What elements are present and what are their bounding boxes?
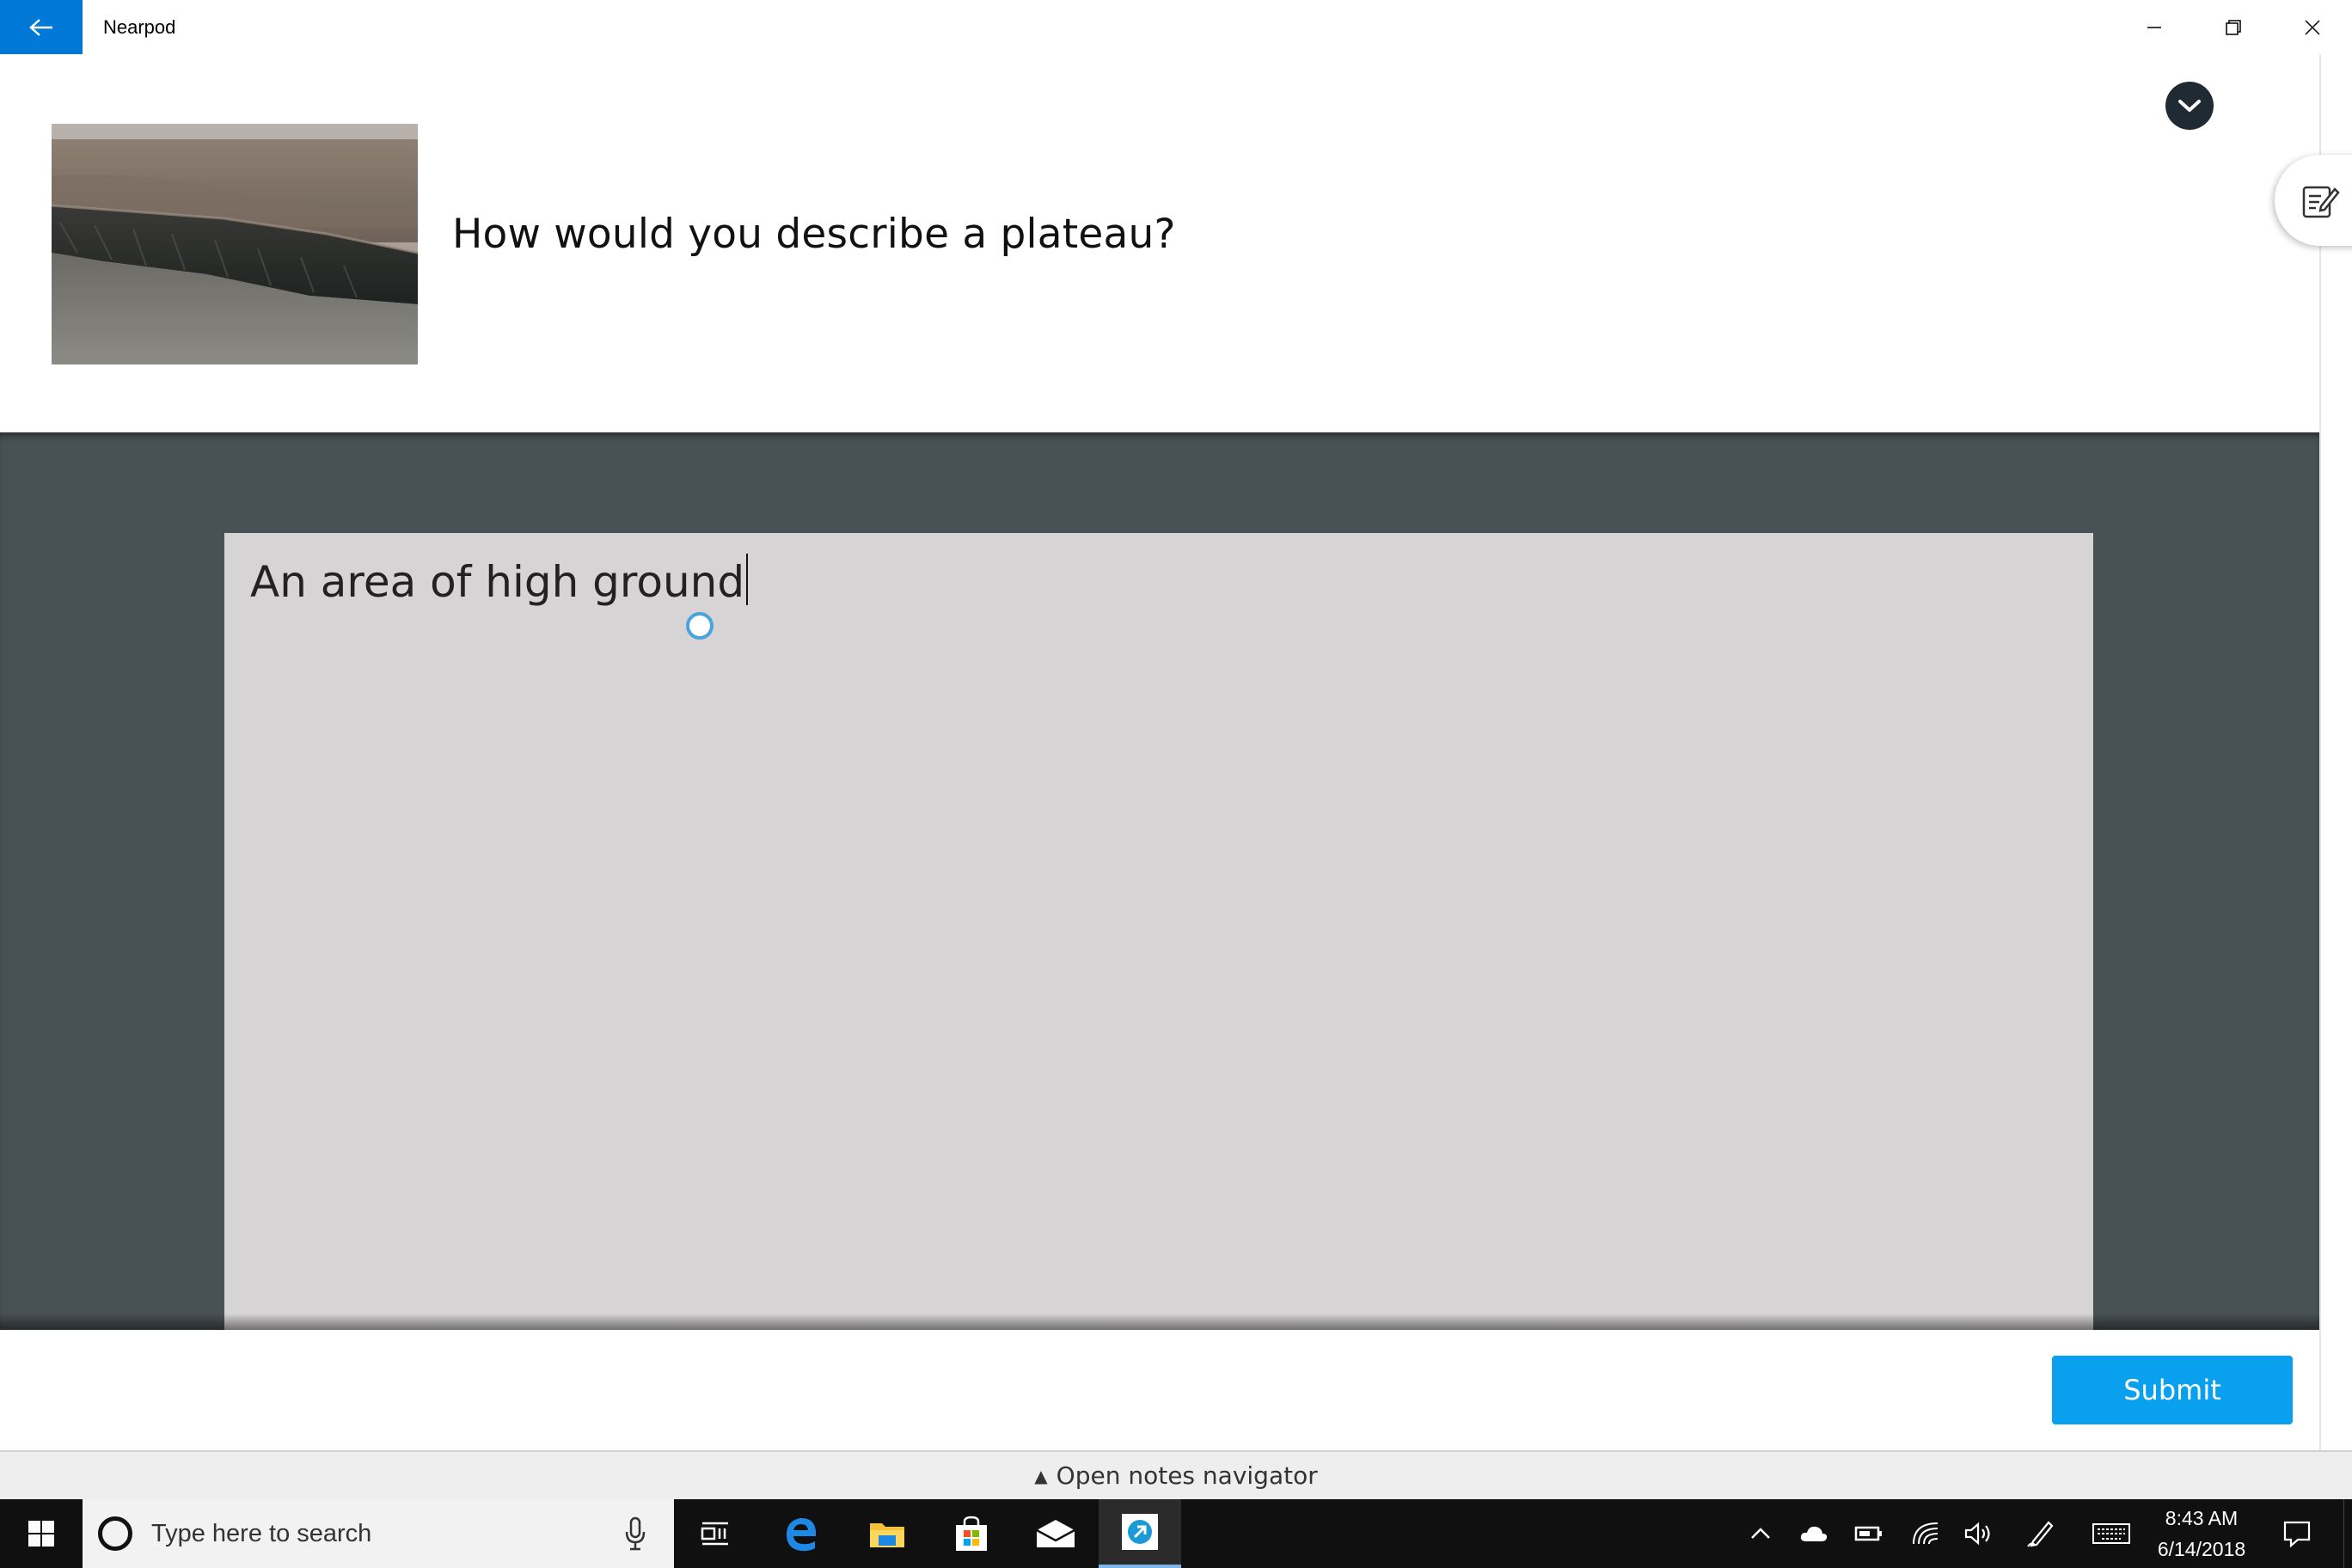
- touch-keyboard-tray-button[interactable]: [2084, 1499, 2139, 1568]
- volume-tray-button[interactable]: [1953, 1499, 2005, 1568]
- show-hidden-icons-button[interactable]: [1735, 1499, 1786, 1568]
- microphone-icon[interactable]: [624, 1516, 646, 1551]
- footer: Submit: [0, 1330, 2319, 1450]
- nearpod-app-button[interactable]: [1099, 1499, 1181, 1568]
- clock-date: 6/14/2018: [2157, 1538, 2246, 1560]
- pen-icon: [2027, 1521, 2054, 1547]
- close-button[interactable]: [2273, 0, 2352, 54]
- minimize-button[interactable]: [2115, 0, 2194, 54]
- question-header: How would you describe a plateau?: [0, 54, 2319, 432]
- text-caret: [746, 554, 749, 605]
- triangle-up-icon: ▲: [1034, 1465, 1048, 1486]
- edge-app-button[interactable]: [760, 1499, 842, 1568]
- store-icon: [956, 1516, 987, 1551]
- edge-icon: [787, 1517, 816, 1552]
- network-tray-button[interactable]: [1900, 1499, 1951, 1568]
- onedrive-tray-button[interactable]: [1788, 1499, 1840, 1568]
- minimize-icon: [2147, 26, 2161, 28]
- search-placeholder: Type here to search: [151, 1520, 372, 1547]
- title-bar: Nearpod: [0, 0, 2352, 54]
- task-view-icon: [701, 1522, 728, 1546]
- battery-icon: [1854, 1526, 1882, 1541]
- cloud-icon: [1800, 1526, 1828, 1541]
- wifi-icon: [1913, 1522, 1939, 1545]
- windows-logo-icon: [28, 1521, 54, 1547]
- selection-handle[interactable]: [686, 612, 714, 640]
- taskbar-clock[interactable]: 8:43 AM 6/14/2018: [2146, 1499, 2257, 1568]
- action-center-button[interactable]: [2269, 1499, 2324, 1568]
- collapse-header-button[interactable]: [2165, 82, 2214, 130]
- show-desktop-button[interactable]: [2343, 1499, 2352, 1568]
- edit-note-icon: [2302, 186, 2340, 218]
- answer-text: An area of high ground: [250, 557, 745, 607]
- restore-icon: [2226, 19, 2241, 35]
- mail-icon: [1036, 1520, 1075, 1547]
- folder-icon: [870, 1523, 904, 1547]
- taskbar-search-box[interactable]: Type here to search: [83, 1499, 674, 1568]
- cortana-icon: [98, 1516, 132, 1551]
- start-button[interactable]: [0, 1499, 83, 1568]
- answer-text-field[interactable]: An area of high ground: [224, 533, 2093, 1330]
- speaker-icon: [1964, 1522, 1990, 1546]
- chevron-up-icon: [1751, 1528, 1770, 1539]
- notification-icon: [2283, 1521, 2311, 1547]
- restore-button[interactable]: [2194, 0, 2273, 54]
- plateau-photo: [52, 124, 418, 364]
- close-icon: [2305, 19, 2320, 35]
- nearpod-icon: [1122, 1514, 1158, 1550]
- clock-time: 8:43 AM: [2165, 1507, 2239, 1529]
- task-view-button[interactable]: [674, 1499, 756, 1568]
- app-title: Nearpod: [103, 16, 176, 38]
- notes-navigator-label: Open notes navigator: [1056, 1461, 1318, 1490]
- taskbar: Type here to search 8:43 AM 6/14/2018: [0, 1499, 2352, 1568]
- open-notes-navigator-button[interactable]: ▲ Open notes navigator: [0, 1450, 2352, 1499]
- back-button[interactable]: [0, 0, 83, 54]
- file-explorer-button[interactable]: [846, 1499, 928, 1568]
- chevron-down-icon: [2178, 100, 2201, 112]
- keyboard-icon: [2092, 1523, 2130, 1544]
- battery-tray-button[interactable]: [1843, 1499, 1895, 1568]
- store-app-button[interactable]: [930, 1499, 1013, 1568]
- answer-area: An area of high ground: [0, 432, 2319, 1330]
- mail-app-button[interactable]: [1014, 1499, 1097, 1568]
- question-text: How would you describe a plateau?: [452, 211, 1176, 258]
- arrow-left-icon: [29, 18, 52, 36]
- right-edge-panel: [2319, 54, 2352, 1450]
- windows-ink-tray-button[interactable]: [2015, 1499, 2067, 1568]
- answer-text-wrapper: An area of high ground: [250, 554, 749, 607]
- submit-button[interactable]: Submit: [2052, 1356, 2293, 1424]
